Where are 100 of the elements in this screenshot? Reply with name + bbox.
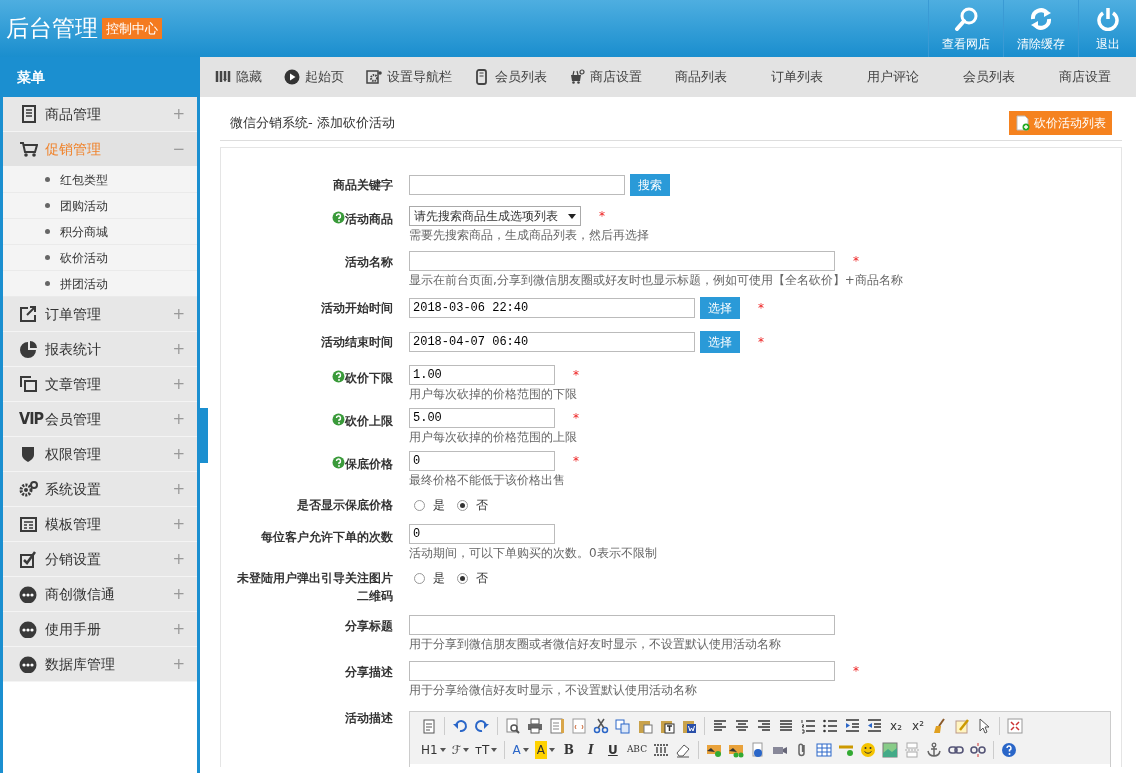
format-button[interactable]: H1 — [418, 739, 449, 761]
submenu-item[interactable]: 砍价活动 — [3, 245, 197, 271]
external-link-icon — [19, 305, 38, 323]
help-icon[interactable] — [1001, 742, 1018, 758]
submenu-item[interactable]: 积分商城 — [3, 219, 197, 245]
sidebar-item[interactable]: 订单管理 + — [3, 297, 197, 332]
format-button[interactable]: ᴛT — [472, 739, 501, 761]
format-button[interactable]: x₂ — [885, 715, 907, 737]
anchor-icon[interactable] — [926, 742, 943, 758]
sidebar-item[interactable]: 分销设置 + — [3, 542, 197, 577]
number-field[interactable]: 0 — [409, 524, 555, 544]
toolbar-link[interactable]: 订单列表 — [749, 67, 845, 87]
expand-icon: + — [172, 547, 185, 571]
format-button[interactable]: A — [531, 739, 558, 761]
sidebar-item[interactable]: VIP会员管理 + — [3, 402, 197, 437]
sidebar-collapse-handle[interactable] — [198, 408, 208, 463]
refresh-icon — [1029, 7, 1053, 31]
format-button[interactable]: A — [509, 739, 532, 761]
cursor-icon[interactable] — [976, 718, 992, 734]
image-add-icon[interactable] — [706, 742, 723, 758]
preview-icon[interactable] — [505, 718, 521, 734]
fullscreen-icon[interactable] — [1007, 718, 1023, 734]
paste-icon[interactable] — [637, 718, 653, 734]
field-hint: 用于分享给微信好友时显示，不设置默认使用活动名称 — [409, 682, 698, 698]
sidebar-item[interactable]: 系统设置 + — [3, 472, 197, 507]
sidebar-item[interactable]: 权限管理 + — [3, 437, 197, 472]
align-left-icon[interactable] — [712, 718, 728, 734]
format-button[interactable]: U — [601, 739, 624, 761]
toolbar-link[interactable]: 商店设置 — [1037, 67, 1133, 87]
keyword-field[interactable] — [409, 175, 625, 195]
toolbar-link[interactable]: 隐藏 — [204, 67, 273, 87]
toolbar-link[interactable]: 会员列表 — [463, 67, 558, 87]
format-button[interactable]: B — [557, 739, 580, 761]
justify-icon[interactable] — [778, 718, 794, 734]
sidebar-item[interactable]: 使用手册 + — [3, 612, 197, 647]
undo-icon[interactable] — [452, 718, 468, 734]
format-button[interactable]: I — [579, 739, 602, 761]
align-center-icon[interactable] — [734, 718, 750, 734]
text-field[interactable] — [409, 661, 835, 681]
radio-button[interactable] — [414, 572, 425, 584]
redo-icon[interactable] — [474, 718, 490, 734]
print-icon[interactable] — [527, 718, 543, 734]
toolbar-link[interactable]: 设置导航栏 — [355, 67, 463, 87]
field-hint: 显示在前台页面,分享到微信朋友圈或好友时也显示标题，例如可使用【全名砍价】+商品名称 — [409, 272, 903, 288]
smiley-icon[interactable] — [860, 742, 877, 758]
broom-icon[interactable] — [932, 718, 948, 734]
text-field[interactable] — [409, 251, 835, 271]
field-label: 活动开始时间 — [321, 301, 393, 315]
field-label: 保底价格 — [345, 457, 393, 471]
format-button[interactable]: x² — [907, 715, 929, 737]
map-image-icon[interactable] — [882, 742, 899, 758]
number-field[interactable]: 1.00 — [409, 365, 555, 385]
sidebar-item[interactable]: 报表统计 + — [3, 332, 197, 367]
toolbar-link[interactable]: 用户评论 — [845, 67, 941, 87]
required-mark: * — [853, 253, 859, 270]
expand-icon: + — [172, 372, 185, 396]
unlink-icon[interactable] — [970, 742, 987, 758]
submenu-item[interactable]: 团购活动 — [3, 193, 197, 219]
phone-icon — [474, 69, 490, 85]
paste-text-icon[interactable] — [659, 718, 675, 734]
radio-label: 否 — [476, 570, 488, 587]
date-field[interactable]: 2018-04-07 06:40 — [409, 332, 695, 352]
date-field[interactable]: 2018-03-06 22:40 — [409, 298, 695, 318]
submenu-item[interactable]: 红包类型 — [3, 167, 197, 193]
outdent-icon[interactable] — [866, 718, 882, 734]
toolbar-link[interactable]: 商店设置 — [558, 67, 653, 87]
columns-icon — [215, 69, 231, 85]
sidebar-item[interactable]: 文章管理 + — [3, 367, 197, 402]
more-icon — [19, 620, 38, 638]
text-field[interactable] — [409, 615, 835, 635]
numbered-list-icon[interactable] — [800, 718, 816, 734]
toolbar-link[interactable]: 会员列表 — [941, 67, 1037, 87]
expand-icon: + — [172, 617, 185, 641]
toolbar-link[interactable]: 商品列表 — [653, 67, 749, 87]
number-field[interactable]: 0 — [409, 451, 555, 471]
format-button[interactable]: ABC — [623, 739, 651, 761]
line-height-icon[interactable] — [653, 742, 670, 758]
submenu-item[interactable]: 拼团活动 — [3, 271, 197, 297]
vip-icon: VIP — [19, 407, 44, 431]
eraser-icon[interactable] — [675, 742, 692, 758]
copy-icon[interactable] — [615, 718, 631, 734]
more-icon — [19, 655, 38, 673]
sidebar-item[interactable]: 模板管理 + — [3, 507, 197, 542]
radio-button[interactable] — [457, 499, 468, 511]
align-right-icon[interactable] — [756, 718, 772, 734]
sidebar-item[interactable]: 数据库管理 + — [3, 647, 197, 682]
images-add-icon[interactable] — [728, 742, 745, 758]
sidebar-item[interactable]: 商创微信通 + — [3, 577, 197, 612]
scissors-icon[interactable] — [593, 718, 609, 734]
indent-icon[interactable] — [844, 718, 860, 734]
radio-button[interactable] — [414, 499, 425, 511]
code-icon[interactable] — [571, 718, 587, 734]
table-icon[interactable] — [816, 742, 833, 758]
number-field[interactable]: 5.00 — [409, 408, 555, 428]
product-select[interactable]: 请先搜索商品生成选项列表 — [409, 206, 581, 226]
toolbar-link[interactable]: 起始页 — [273, 67, 355, 87]
bullet-list-icon[interactable] — [822, 718, 838, 734]
format-button[interactable]: ℱ — [448, 739, 473, 761]
paste-word-icon[interactable] — [681, 718, 697, 734]
radio-button[interactable] — [457, 572, 468, 584]
